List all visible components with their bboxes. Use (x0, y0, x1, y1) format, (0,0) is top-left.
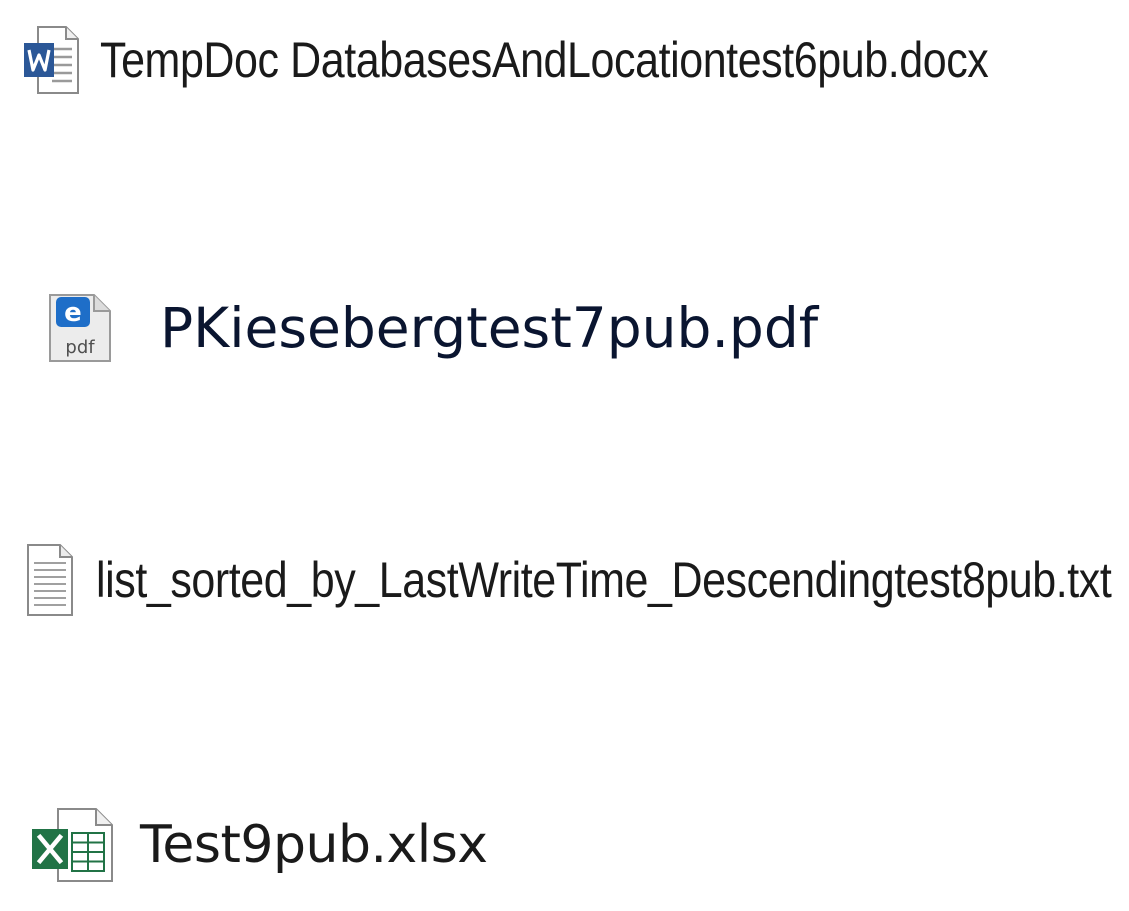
file-name[interactable]: list_sorted_by_LastWriteTime_Descendingt… (96, 551, 1112, 609)
file-item-pdf[interactable]: e pdf PKiesebergtest7pub.pdf (42, 290, 818, 366)
pdf-icon-letter: e (64, 298, 82, 328)
pdf-edge-document-icon: e pdf (49, 294, 111, 362)
text-document-icon (27, 544, 73, 616)
file-name[interactable]: TempDoc DatabasesAndLocationtest6pub.doc… (100, 31, 989, 89)
file-item-xlsx[interactable]: Test9pub.xlsx (30, 805, 488, 885)
file-item-txt[interactable]: list_sorted_by_LastWriteTime_Descendingt… (26, 540, 1129, 620)
file-name[interactable]: Test9pub.xlsx (140, 815, 488, 875)
pdf-icon-label: pdf (65, 337, 95, 358)
excel-workbook-icon (32, 808, 113, 882)
word-document-icon (24, 26, 79, 94)
file-item-docx[interactable]: TempDoc DatabasesAndLocationtest6pub.doc… (22, 22, 1129, 98)
file-name[interactable]: PKiesebergtest7pub.pdf (160, 296, 818, 360)
